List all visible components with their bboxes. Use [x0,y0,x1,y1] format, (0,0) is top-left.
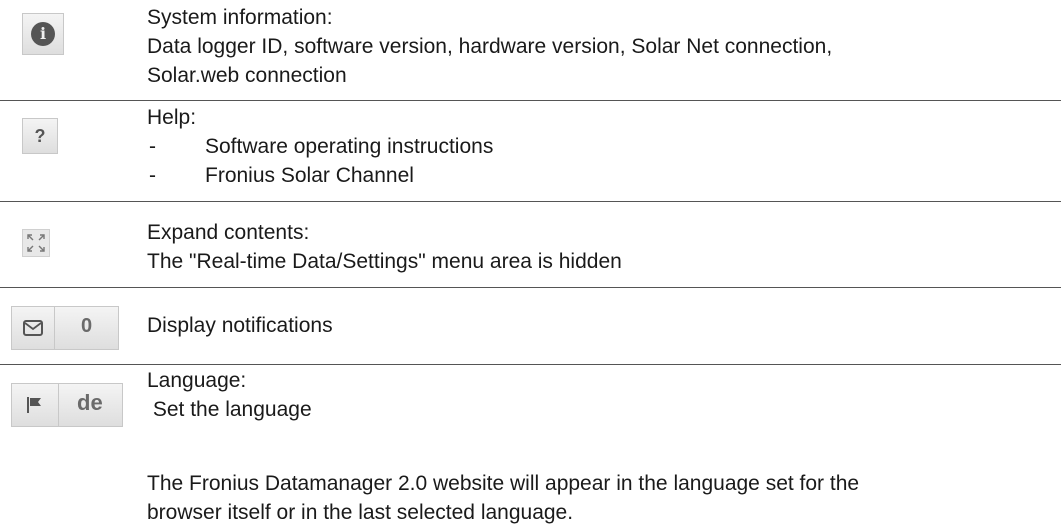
expand-description: The "Real-time Data/Settings" menu area … [147,250,622,273]
info-button[interactable]: i [22,13,64,55]
system-info-details-cont: Solar.web connection [147,64,347,87]
help-bullet-2: - Fronius Solar Channel [149,164,414,187]
notifications-button[interactable]: 0 [11,306,119,350]
help-bullet-1: - Software operating instructions [149,135,494,158]
language-code: de [77,390,103,415]
notifications-label: Display notifications [147,314,333,337]
row-help: ? Help: - Software operating instructions… [0,101,1061,202]
row-display-notifications: 0 Display notifications [0,288,1061,365]
help-icon: ? [34,126,46,146]
row-expand-contents: Expand contents: The "Real-time Data/Set… [0,202,1061,288]
system-info-details: Data logger ID, software version, hardwa… [147,35,833,58]
language-button[interactable]: de [11,383,123,427]
row-system-information: i System information: Data logger ID, so… [0,0,1061,101]
info-icon: i [31,22,55,46]
language-title: Language: [147,369,247,392]
language-description: Set the language [147,398,312,421]
expand-title: Expand contents: [147,221,310,244]
footnote-line-2: browser itself or in the last selected l… [147,501,574,524]
flag-icon [27,397,41,413]
row-language: de Language: Set the language [0,365,1061,465]
expand-button[interactable] [22,229,50,257]
footnote-line-1: The Fronius Datamanager 2.0 website will… [147,472,860,495]
icon-description-table: i System information: Data logger ID, so… [0,0,1061,465]
envelope-icon [23,320,43,336]
language-footnote: The Fronius Datamanager 2.0 website will… [147,469,1047,527]
system-info-title: System information: [147,6,333,29]
expand-icon [27,234,45,252]
help-title: Help: [147,106,197,129]
help-button[interactable]: ? [22,118,58,154]
notification-count: 0 [81,315,93,337]
